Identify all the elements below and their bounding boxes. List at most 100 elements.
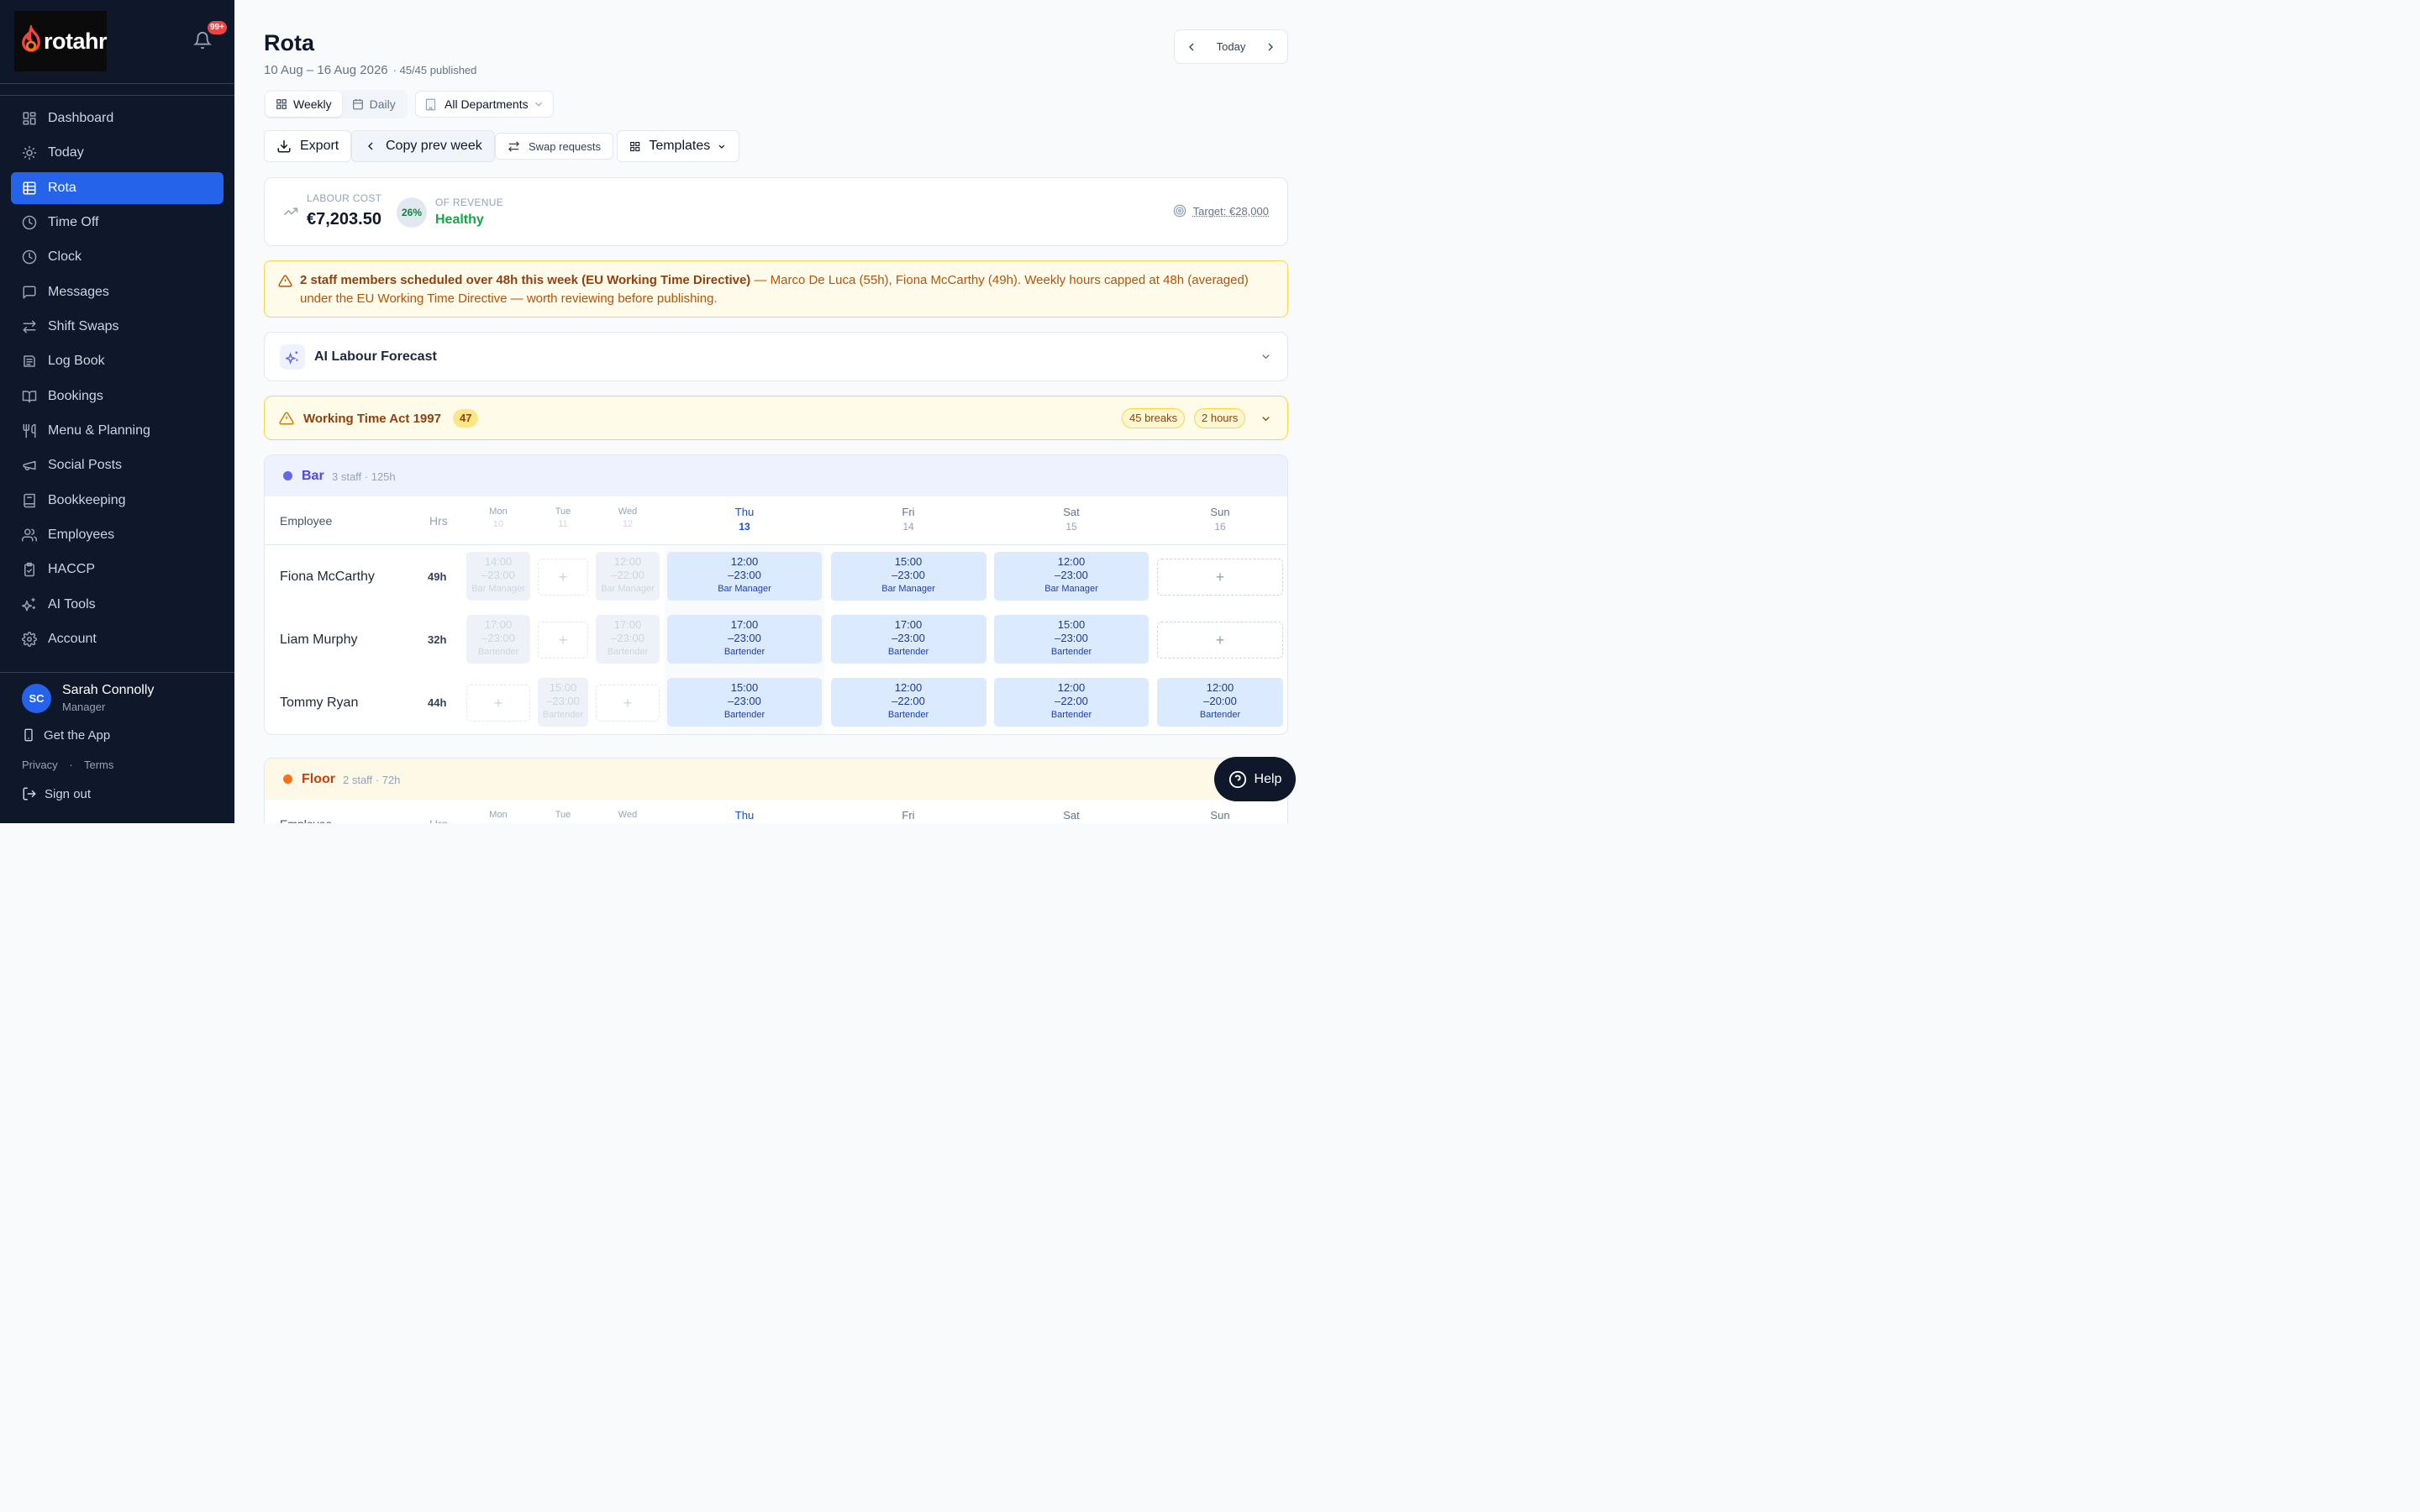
employee-name[interactable]: Fiona McCarthy [280,570,375,585]
megaphone-icon [23,461,36,471]
daily-view-button[interactable]: Daily [342,92,406,117]
shift-cell[interactable]: 17:00 –23:00 Bartender [466,615,530,664]
shift-start: 17:00 [484,618,513,631]
date-range-text: 10 Aug – 16 Aug 2026 [264,63,388,77]
shift-cell[interactable]: 14:00 –23:00 Bar Manager [466,552,530,601]
chevron-down-icon [535,102,542,107]
department-header[interactable]: Floor 2 staff · 72h [265,759,1287,800]
brand-logo[interactable]: rotahr [14,11,108,71]
sidebar-item-social-posts[interactable]: Social Posts [11,449,224,481]
today-button[interactable]: Today [1217,40,1246,53]
sidebar-item-ai-tools[interactable]: AI Tools [11,589,224,621]
department-section-bar: Bar 3 staff · 125h Employee Hrs Mon 10 Tue 11 We… [264,454,1288,735]
sidebar-item-label: Rota [48,180,76,195]
working-time-act-panel[interactable]: Working Time Act 1997 47 45 breaks 2 hou… [264,396,1288,440]
get-app-link[interactable]: Get the App [22,727,110,743]
shift-cell[interactable]: 15:00 –23:00 Bartender [994,615,1149,664]
add-shift-cell[interactable]: + [596,685,660,722]
shift-start: 17:00 [894,618,923,631]
employee-name[interactable]: Liam Murphy [280,633,357,648]
templates-label: Templates [649,139,711,153]
add-shift-cell[interactable]: + [1157,622,1283,659]
shift-cell[interactable]: 15:00 –23:00 Bar Manager [830,552,986,601]
sidebar-item-account[interactable]: Account [11,623,224,655]
sidebar-item-menu-planning[interactable]: Menu & Planning [11,415,224,447]
weekly-view-button[interactable]: Weekly [266,92,342,117]
shift-cell[interactable]: 15:00 –23:00 Bartender [667,678,822,727]
sidebar-item-dashboard[interactable]: Dashboard [11,102,224,134]
shift-end: –23:00 [1055,569,1088,581]
day-name: Wed [618,810,638,820]
department-select[interactable]: All Departments [415,91,554,118]
employee-name[interactable]: Tommy Ryan [280,696,358,711]
user-profile[interactable]: SC Sarah Connolly Manager [22,683,154,713]
shift-end: –23:00 [728,632,761,644]
shift-start: 12:00 [1057,555,1086,568]
sidebar-item-bookings[interactable]: Bookings [11,381,224,412]
shift-cell[interactable]: 12:00 –22:00 Bartender [830,678,986,727]
chevron-down-icon[interactable] [1260,412,1272,425]
shift-role: Bartender [723,647,765,657]
shift-cell[interactable]: 12:00 –22:00 Bar Manager [596,552,660,601]
add-shift-cell[interactable]: + [466,685,530,722]
building-icon [425,98,436,110]
swap-requests-button[interactable]: Swap requests [495,133,613,160]
shift-cell[interactable]: 12:00 –22:00 Bartender [994,678,1149,727]
add-shift-cell[interactable]: + [1157,559,1283,596]
shift-cell[interactable]: 15:00 –23:00 Bartender [538,678,588,727]
shift-cell[interactable]: 12:00 –20:00 Bartender [1157,678,1283,727]
terms-link[interactable]: Terms [84,759,113,771]
sidebar-item-haccp[interactable]: HACCP [11,554,224,585]
plus-icon: + [558,568,568,585]
sidebar-item-rota[interactable]: Rota [11,171,224,204]
shift-cell[interactable]: 17:00 –23:00 Bartender [596,615,660,664]
sidebar-item-messages[interactable]: Messages [11,276,224,308]
sidebar-item-time-off[interactable]: Time Off [11,207,224,239]
sidebar-item-today[interactable]: Today [11,137,224,169]
department-color-dot [283,471,292,480]
add-shift-cell[interactable]: + [538,622,588,659]
bell-icon[interactable] [193,31,212,50]
export-button[interactable]: Export [264,130,352,162]
sidebar-item-bookkeeping[interactable]: Bookkeeping [11,485,224,517]
chevron-down-icon[interactable] [1260,350,1272,363]
shift-cell[interactable]: 12:00 –23:00 Bar Manager [667,552,822,601]
help-button[interactable]: Help [1214,757,1296,801]
sidebar-footer: SC Sarah Connolly Manager Get the App Pr… [0,672,234,823]
chevron-left-icon [368,142,373,150]
chevron-left-icon[interactable] [1185,40,1198,54]
swap-icon [508,140,520,152]
department-header[interactable]: Bar 3 staff · 125h [265,455,1287,496]
sign-out-button[interactable]: Sign out [22,786,91,801]
sidebar-item-label: Menu & Planning [48,423,150,438]
table-row: Tommy Ryan 44h +15:00 –23:00 Bartender +15:00… [265,672,1287,734]
employee-column-header: Employee [280,514,333,528]
sidebar-item-employees[interactable]: Employees [11,519,224,551]
shift-start: 12:00 [730,555,759,568]
daily-label: Daily [369,97,396,111]
plus-icon: + [1215,568,1225,585]
sidebar-item-log-book[interactable]: Log Book [11,345,224,377]
sidebar-item-shift-swaps[interactable]: Shift Swaps [11,311,224,343]
day-date: 15 [1065,521,1077,533]
shift-end: –23:00 [546,695,580,707]
add-shift-cell[interactable]: + [538,559,588,596]
shift-cell[interactable]: 12:00 –23:00 Bar Manager [994,552,1149,601]
target-link[interactable]: Target: €28,000 [1173,204,1269,218]
copy-prev-week-button[interactable]: Copy prev week [351,130,495,162]
main-content: Rota 10 Aug – 16 Aug 2026 · 45/45 publish… [234,0,1318,823]
chevron-right-icon[interactable] [1264,40,1277,54]
day-header-mon: Mon 10 [465,507,532,529]
department-select-value: All Departments [445,97,529,111]
logout-icon [23,787,36,801]
sidebar-item-clock[interactable]: Clock [11,241,224,273]
shift-role: Bar Manager [471,584,525,594]
privacy-link[interactable]: Privacy [22,759,58,771]
ai-labour-forecast-panel[interactable]: AI Labour Forecast [264,332,1288,381]
templates-button[interactable]: Templates [617,130,739,162]
shift-start: 15:00 [894,555,923,568]
sidebar-item-label: Bookings [48,388,103,403]
shift-cell[interactable]: 17:00 –23:00 Bartender [667,615,822,664]
shift-cell[interactable]: 17:00 –23:00 Bartender [830,615,986,664]
revenue-percent: 26% [397,197,427,228]
